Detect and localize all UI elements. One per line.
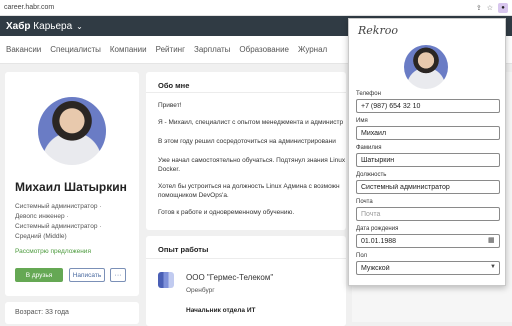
first-name-label: Имя [356,118,368,124]
job-position: Начальник отдела ИТ [186,307,256,314]
divider [146,258,346,259]
about-text-line: Готов к работе и одновременному обучению… [158,209,295,216]
nav-item-journal[interactable]: Журнал [298,45,327,54]
phone-label: Телефон [356,91,381,97]
divider [146,92,346,93]
about-text-line: В этом году решил сосредоточиться на адм… [158,138,336,145]
first-name-field[interactable] [356,126,500,140]
avatar [38,97,106,165]
last-name-label: Фамилия [356,145,382,151]
about-text-line: Привет! [158,102,182,109]
write-message-button[interactable]: Написать [69,268,105,282]
about-text-line: помощником DevOps'а. [158,192,229,199]
rekroo-extension-popup: Rekroo Телефон Имя Фамилия Должность Поч… [348,18,506,286]
company-logo [158,272,174,288]
last-name-field[interactable] [356,153,500,167]
nav-item-vacancies[interactable]: Вакансии [6,45,41,54]
bookmark-star-icon[interactable]: ☆ [487,4,493,12]
site-logo[interactable]: Хабр Карьера [6,21,72,32]
more-options-button[interactable]: ··· [110,268,126,282]
nav-item-education[interactable]: Образование [239,45,289,54]
browser-toolbar: career.habr.com ⇪ ☆ ● [0,0,512,16]
experience-title: Опыт работы [158,245,209,254]
profile-age: Возраст: 33 года [15,309,69,316]
age-card: Возраст: 33 года [5,302,139,324]
birth-date-field[interactable] [356,234,500,248]
status-badge: Рассмотрю предложения [15,248,91,255]
about-text-line: Я - Михаил, специалист с опытом менеджме… [158,119,344,126]
about-text-line: Docker. [158,166,181,173]
address-bar[interactable]: career.habr.com [4,4,471,11]
about-text-line: Хотел бы устроиться на должность Linux А… [158,183,340,190]
rekroo-logo: Rekroo [358,24,398,37]
profile-card: Михаил Шатыркин Системный администратор … [5,72,139,296]
chevron-down-icon[interactable]: ▼ [490,264,496,270]
calendar-icon[interactable]: ▦ [488,236,495,244]
profile-role: Системный администратор · [15,203,102,210]
birth-date-label: Дата рождения [356,226,399,232]
candidate-avatar [404,45,448,89]
gender-select[interactable] [356,261,500,275]
email-label: Почта [356,199,373,205]
chevron-down-icon[interactable]: ⌄ [76,22,83,31]
nav-item-salaries[interactable]: Зарплаты [194,45,230,54]
about-title: Обо мне [158,81,190,90]
position-label: Должность [356,172,387,178]
gender-label: Пол [356,253,368,259]
profile-role: Девопс инженер · [15,213,69,220]
nav-item-specialists[interactable]: Специалисты [50,45,101,54]
profile-name: Михаил Шатыркин [15,180,127,194]
company-name[interactable]: ООО "Гермес-Телеком" [186,273,273,282]
company-city: Оренбург [186,287,215,294]
about-text-line: Уже начал самостоятельно обучаться. Подт… [158,157,346,164]
phone-field[interactable] [356,99,500,113]
nav-item-companies[interactable]: Компании [110,45,147,54]
profile-qualification: Средний (Middle) [15,233,67,240]
email-field[interactable] [356,207,500,221]
position-field[interactable] [356,180,500,194]
rekroo-extension-icon[interactable]: ● [498,2,508,13]
profile-role: Системный администратор · [15,223,102,230]
share-icon[interactable]: ⇪ [476,4,482,12]
experience-card: Опыт работы ООО "Гермес-Телеком" Оренбур… [146,236,346,326]
about-card: Обо мне Привет! Я - Михаил, специалист с… [146,72,346,230]
nav-item-rating[interactable]: Рейтинг [156,45,185,54]
add-friend-button[interactable]: В друзья [15,268,63,282]
